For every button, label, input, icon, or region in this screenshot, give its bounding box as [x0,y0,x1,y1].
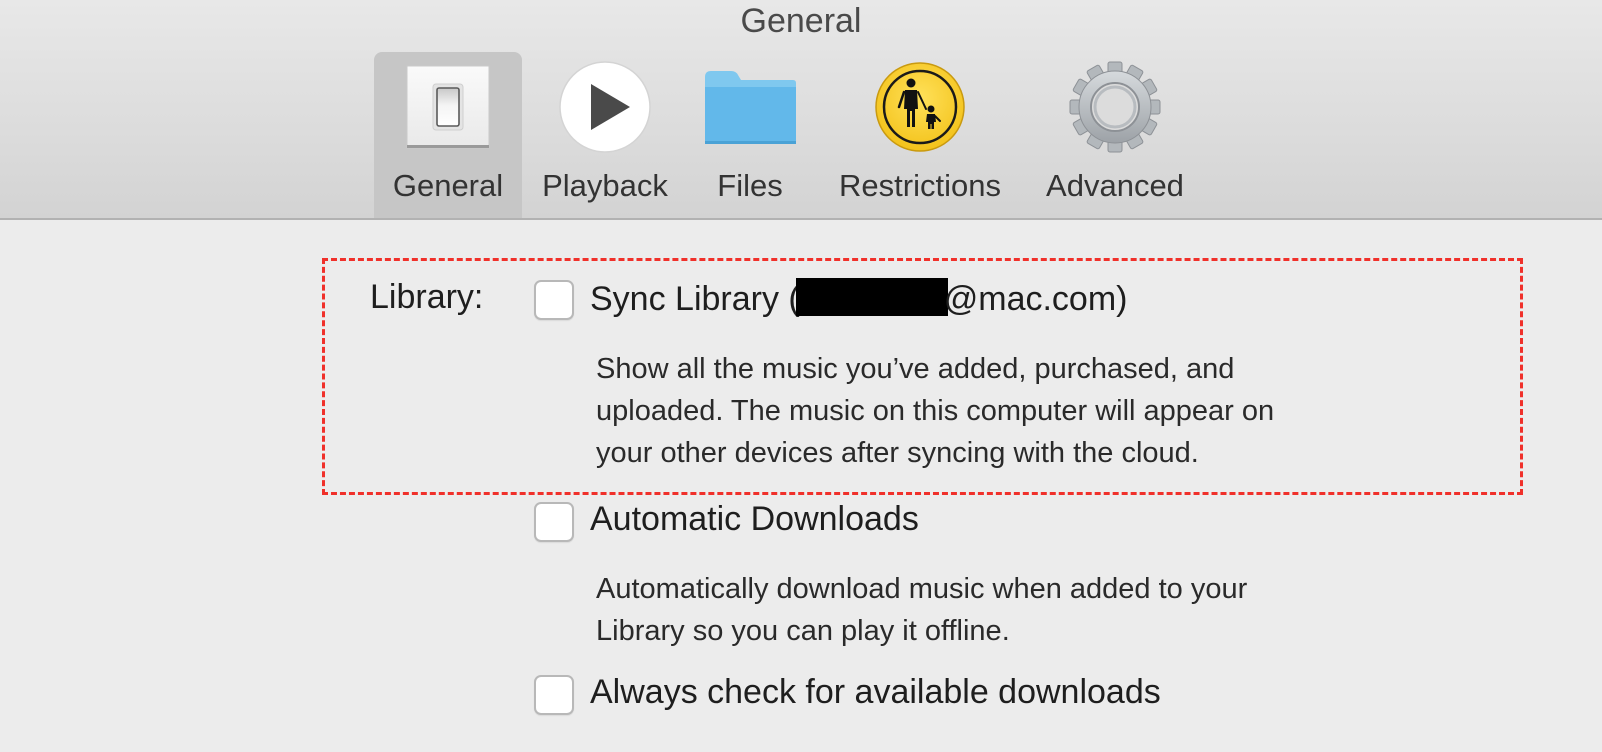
window-title: General [740,2,862,40]
automatic-downloads-label[interactable]: Automatic Downloads [590,500,919,539]
library-section-label: Library: [370,278,484,316]
description-line: your other devices after syncing with th… [596,437,1199,469]
tab-files[interactable]: Files [690,52,810,218]
sync-library-label[interactable]: Sync Library ( @mac.com) [590,278,1127,319]
gear-icon [1069,61,1161,153]
sync-library-email-suffix: @mac.com) [943,280,1128,318]
redacted-email-block [795,278,948,316]
tab-files-label: Files [717,168,783,203]
tab-playback[interactable]: Playback [530,52,680,218]
description-line: Library so you can play it offline. [596,615,1010,647]
folder-icon [705,71,796,144]
automatic-downloads-checkbox[interactable] [534,502,574,542]
tab-restrictions-label: Restrictions [839,168,1001,203]
description-line: uploaded. The music on this computer wil… [596,395,1275,427]
tab-advanced[interactable]: Advanced [1032,52,1198,218]
preferences-toolbar: General General Playback Files Restricti… [0,0,1602,220]
tab-playback-label: Playback [542,168,668,203]
general-preferences-panel: Library: Sync Library ( @mac.com) Show al… [0,222,1602,752]
sync-library-description: Show all the music you’ve added, purchas… [596,348,1456,474]
sync-library-checkbox[interactable] [534,280,574,320]
always-check-downloads-checkbox[interactable] [534,675,574,715]
description-line: Show all the music you’ve added, purchas… [596,353,1235,385]
always-check-downloads-label[interactable]: Always check for available downloads [590,673,1161,712]
automatic-downloads-description: Automatically download music when added … [596,568,1456,652]
sync-library-label-prefix: Sync Library ( [590,280,800,318]
play-icon [559,61,651,153]
description-line: Automatically download music when added … [596,573,1248,605]
parental-restrictions-icon [875,62,965,152]
light-switch-icon [406,65,490,149]
tab-advanced-label: Advanced [1046,168,1184,203]
tab-general-label: General [392,168,504,203]
tab-restrictions[interactable]: Restrictions [820,52,1020,218]
tab-general[interactable]: General [374,52,522,218]
